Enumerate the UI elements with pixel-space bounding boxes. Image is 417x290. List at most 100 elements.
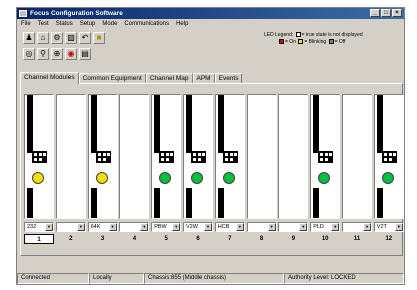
- legend-not-displayed-swatch: [295, 32, 301, 38]
- module-type-select[interactable]: ▼: [342, 222, 372, 232]
- channel-slot[interactable]: [278, 94, 309, 219]
- module-handle-top: [313, 95, 320, 153]
- window-controls: _ □ ×: [370, 9, 402, 17]
- chevron-down-icon[interactable]: ▼: [45, 223, 53, 231]
- menu-mode[interactable]: Mode: [102, 20, 117, 29]
- title-bar[interactable]: Focus Configuration Software _ □ ×: [17, 8, 404, 19]
- channel-modules-panel: 232 ▼ 1 ▼ 2 64K ▼ 3 ▼ 4 PBW ▼ 5 V2W ▼ 6 HCB ▼ 7 ▼ 8 ▼ 9 PLD ▼ 10 ▼…: [20, 83, 404, 256]
- slot-number[interactable]: 2: [56, 234, 86, 244]
- status-mode: Locally: [89, 273, 144, 284]
- menu-status[interactable]: Status: [56, 20, 73, 29]
- channel-slot[interactable]: [87, 94, 118, 219]
- legend-not-displayed-text: = true state is not displayed: [301, 32, 363, 38]
- chevron-down-icon[interactable]: ▼: [140, 223, 149, 231]
- stop-icon[interactable]: ◉: [65, 48, 77, 60]
- module-type-select[interactable]: ▼: [55, 222, 86, 232]
- menu-file[interactable]: File: [21, 20, 31, 29]
- menu-test[interactable]: Test: [38, 20, 49, 29]
- chevron-down-icon[interactable]: ▼: [267, 223, 276, 231]
- module-type-value: PLD: [313, 224, 324, 230]
- status-led: [95, 172, 108, 184]
- slot-number[interactable]: 4: [119, 234, 149, 244]
- channel-slot[interactable]: [310, 94, 341, 219]
- undo-icon[interactable]: ↶: [79, 32, 91, 44]
- folder-icon[interactable]: ■: [93, 32, 105, 44]
- slot-number[interactable]: 6: [183, 234, 213, 244]
- open-folder-icon[interactable]: ▨: [65, 32, 77, 44]
- user-icon[interactable]: ♟: [23, 32, 35, 44]
- chevron-down-icon[interactable]: ▼: [331, 223, 340, 231]
- close-button[interactable]: ×: [392, 9, 402, 17]
- list-icon[interactable]: ▤: [79, 48, 91, 60]
- chevron-down-icon[interactable]: ▼: [363, 223, 371, 231]
- toolbar-row-2: ◎ ⚲ ⊕ ◉ ▤: [23, 48, 91, 60]
- tab-channel-modules[interactable]: Channel Modules: [20, 72, 79, 84]
- slot-number[interactable]: 12: [374, 234, 404, 244]
- channel-slot[interactable]: [151, 94, 182, 219]
- status-led: [159, 172, 172, 184]
- module-type-select[interactable]: ▼: [246, 222, 277, 232]
- chevron-down-icon[interactable]: ▼: [394, 223, 403, 231]
- menu-setup[interactable]: Setup: [80, 20, 96, 29]
- chevron-down-icon[interactable]: ▼: [172, 223, 181, 231]
- chevron-down-icon[interactable]: ▼: [299, 223, 308, 231]
- slot-number[interactable]: 11: [342, 234, 372, 244]
- module-type-select[interactable]: PBW ▼: [151, 222, 182, 232]
- module-handle-top: [217, 95, 224, 153]
- module-type-select[interactable]: HCB ▼: [214, 222, 245, 232]
- channel-slot[interactable]: [119, 94, 150, 219]
- led-indicator-block: [32, 151, 47, 163]
- module-type-select[interactable]: 232 ▼: [24, 222, 54, 232]
- channel-slot[interactable]: [55, 94, 86, 219]
- slot-number[interactable]: 1: [24, 234, 54, 244]
- module-type-select[interactable]: 64K ▼: [87, 222, 118, 232]
- channel-slot[interactable]: [183, 94, 213, 219]
- channel-slot[interactable]: [373, 94, 404, 219]
- slot-number[interactable]: 7: [215, 234, 245, 244]
- chevron-down-icon[interactable]: ▼: [108, 223, 117, 231]
- module-handle-bottom: [90, 188, 97, 218]
- menu-help[interactable]: Help: [176, 20, 188, 29]
- module-type-select[interactable]: V2T ▼: [373, 222, 404, 232]
- channel-slot[interactable]: [24, 94, 54, 219]
- slot-number[interactable]: 3: [88, 234, 118, 244]
- status-bar: Connected Locally Chassis:855 (Middle ch…: [17, 273, 404, 284]
- module-type-select[interactable]: ▼: [278, 222, 309, 232]
- module-handle-top: [186, 95, 192, 153]
- module-type-select[interactable]: ▼: [119, 222, 150, 232]
- chevron-down-icon[interactable]: ▼: [76, 223, 85, 231]
- led-indicator-block: [159, 151, 175, 163]
- search-icon[interactable]: ⚲: [37, 48, 49, 60]
- module-type-select[interactable]: PLD ▼: [310, 222, 341, 232]
- module-handle-bottom: [27, 188, 33, 218]
- zoom-icon[interactable]: ⊕: [51, 48, 63, 60]
- module-type-select[interactable]: V2W ▼: [183, 222, 213, 232]
- slot-number[interactable]: 5: [151, 234, 181, 244]
- module-type-value: V2W: [186, 224, 198, 230]
- channel-slot[interactable]: [246, 94, 277, 219]
- led-legend: LED Legend: = true state is not displaye…: [264, 32, 363, 46]
- minimize-button[interactable]: _: [370, 9, 380, 17]
- led-indicator-block: [318, 151, 334, 163]
- menu-communications[interactable]: Communications: [124, 20, 169, 29]
- channel-slot[interactable]: [342, 94, 372, 219]
- channel-slot[interactable]: [214, 94, 245, 219]
- home-icon[interactable]: ⌂: [37, 32, 49, 44]
- module-type-value: V2T: [376, 224, 387, 230]
- lock-icon[interactable]: ◎: [23, 48, 35, 60]
- legend-blinking-text: = Blinking: [304, 39, 327, 45]
- chevron-down-icon[interactable]: ▼: [235, 223, 244, 231]
- window-title: Focus Configuration Software: [30, 10, 123, 17]
- settings-icon[interactable]: ⚙: [51, 32, 63, 44]
- status-chassis: Chassis:855 (Middle chassis): [144, 273, 284, 284]
- maximize-button[interactable]: □: [381, 9, 391, 17]
- legend-off-text: = Off: [334, 39, 346, 45]
- slot-number[interactable]: 9: [278, 234, 308, 244]
- module-handle-bottom: [313, 188, 320, 218]
- chevron-down-icon[interactable]: ▼: [204, 223, 212, 231]
- slot-number[interactable]: 10: [310, 234, 340, 244]
- led-indicator-block: [191, 151, 206, 163]
- module-type-value: PBW: [154, 224, 167, 230]
- slot-number[interactable]: 8: [247, 234, 277, 244]
- module-type-value: HCB: [217, 224, 230, 230]
